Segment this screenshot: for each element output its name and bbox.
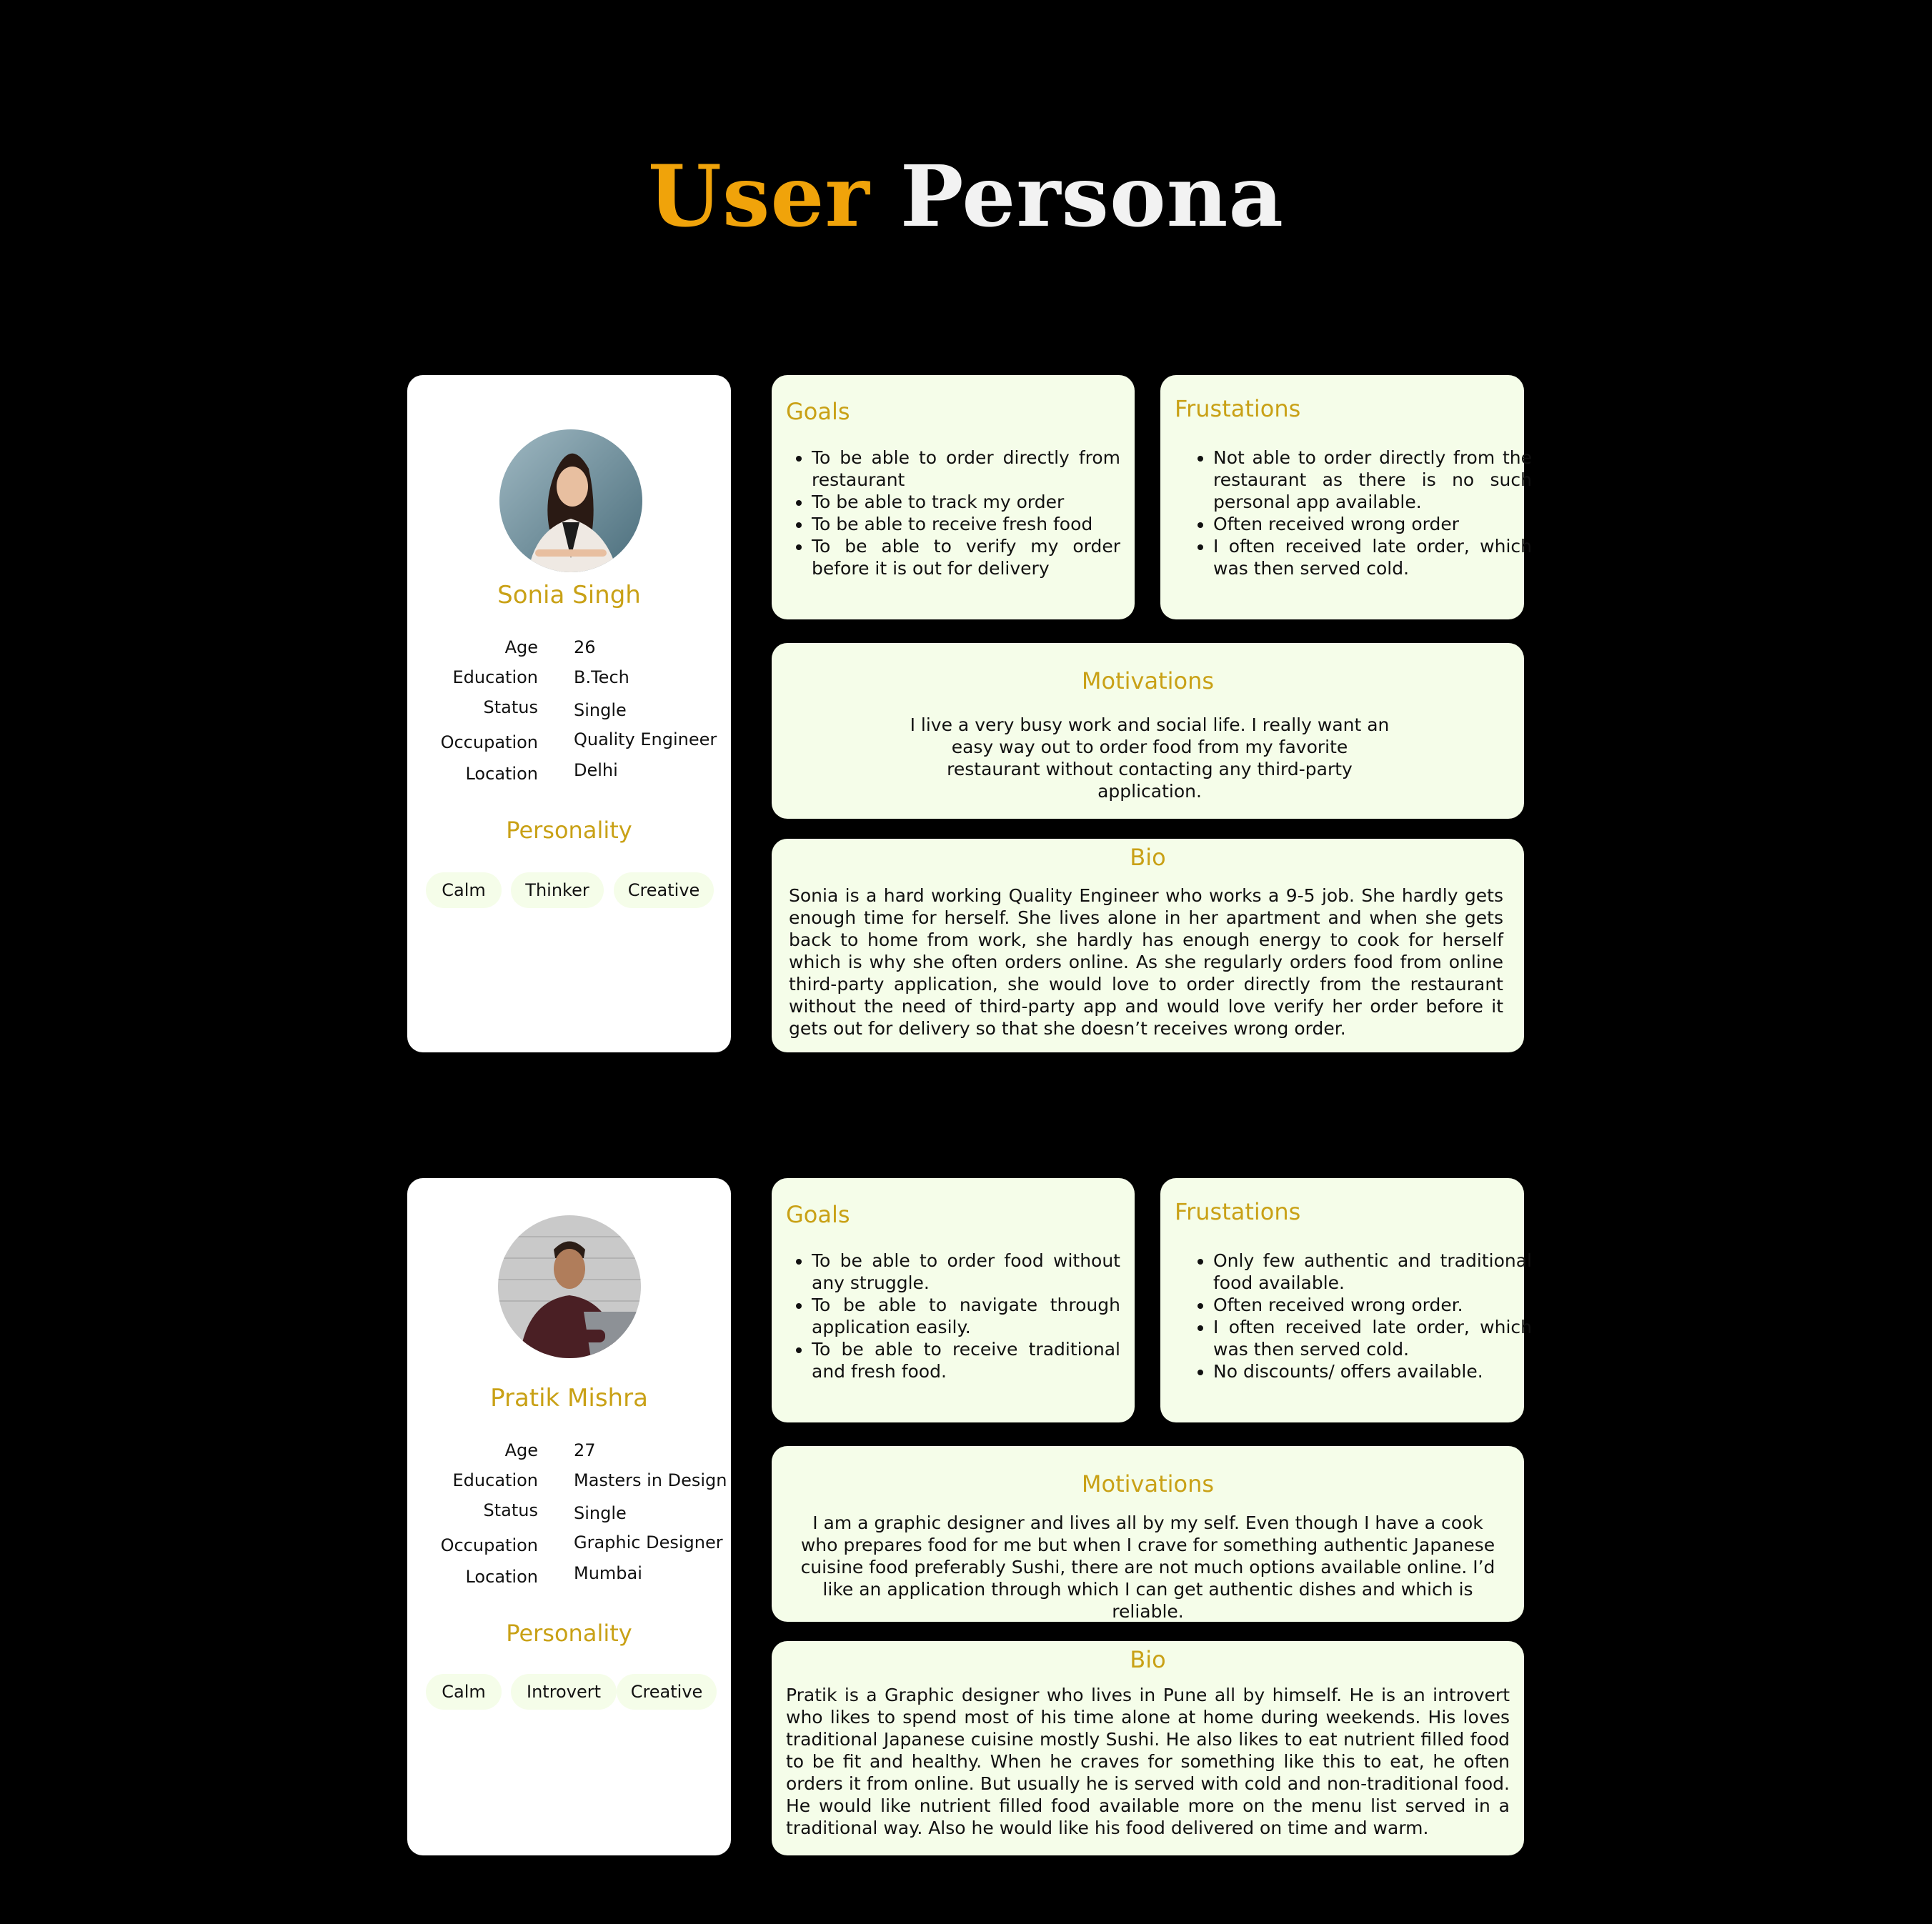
attr-label-age: Age <box>504 637 538 657</box>
goals-title: Goals <box>786 398 850 425</box>
attr-value-location: Delhi <box>574 760 618 780</box>
profile-card: Pratik Mishra Age 27 Education Masters i… <box>407 1178 731 1855</box>
goal-item: To be able to order directly from restau… <box>812 447 1120 491</box>
attr-label-occupation: Occupation <box>440 732 538 752</box>
attr-label-status: Status <box>483 697 538 717</box>
goals-list: To be able to order food without any str… <box>785 1250 1120 1382</box>
personality-chip: Creative <box>617 1674 717 1710</box>
goals-card: Goals To be able to order directly from … <box>772 375 1135 619</box>
frustration-item: Often received wrong order <box>1213 513 1532 535</box>
attr-label-location: Location <box>465 1567 538 1587</box>
bio-card: Bio Sonia is a hard working Quality Engi… <box>772 839 1524 1052</box>
goals-card: Goals To be able to order food without a… <box>772 1178 1135 1422</box>
frustration-item: Only few authentic and traditional food … <box>1213 1250 1532 1294</box>
goal-item: To be able to receive fresh food <box>812 513 1120 535</box>
persona-pratik: Pratik Mishra Age 27 Education Masters i… <box>0 1178 1932 1857</box>
page-title: User Persona <box>0 146 1932 246</box>
motivations-text: I am a graphic designer and lives all by… <box>800 1512 1495 1622</box>
personality-chip: Calm <box>426 1674 502 1710</box>
bio-title: Bio <box>1130 844 1166 871</box>
title-word-persona: Persona <box>900 146 1284 246</box>
motivations-title: Motivations <box>1081 1470 1215 1497</box>
bio-title: Bio <box>1130 1646 1166 1673</box>
personality-title: Personality <box>506 817 632 844</box>
frustrations-title: Frustations <box>1175 1198 1301 1225</box>
attr-label-status: Status <box>483 1500 538 1520</box>
attr-label-education: Education <box>452 1470 538 1490</box>
attr-value-location: Mumbai <box>574 1563 642 1583</box>
goal-item: To be able to verify my order before it … <box>812 535 1120 579</box>
personality-chip: Introvert <box>511 1674 617 1710</box>
personality-chip: Creative <box>614 872 714 908</box>
attr-value-status: Single <box>574 700 627 720</box>
goal-item: To be able to receive traditional and fr… <box>812 1338 1120 1382</box>
attr-value-age: 26 <box>574 637 596 657</box>
attr-label-occupation: Occupation <box>440 1535 538 1555</box>
goal-item: To be able to navigate through applicati… <box>812 1294 1120 1338</box>
frustrations-list: Only few authentic and traditional food … <box>1186 1250 1532 1382</box>
avatar <box>498 1215 641 1358</box>
persona-name: Sonia Singh <box>497 581 641 609</box>
goal-item: To be able to order food without any str… <box>812 1250 1120 1294</box>
profile-card: Sonia Singh Age 26 Education B.Tech Stat… <box>407 375 731 1052</box>
persona-name: Pratik Mishra <box>490 1384 648 1412</box>
goal-item: To be able to track my order <box>812 491 1120 513</box>
frustrations-card: Frustations Not able to order directly f… <box>1160 375 1532 619</box>
motivations-card: Motivations I am a graphic designer and … <box>772 1446 1524 1622</box>
frustration-item: No discounts/ offers available. <box>1213 1360 1532 1382</box>
attr-value-occupation: Graphic Designer <box>574 1532 723 1552</box>
attr-value-education: Masters in Design <box>574 1470 727 1490</box>
attr-value-occupation: Quality Engineer <box>574 729 717 749</box>
bio-card: Bio Pratik is a Graphic designer who liv… <box>772 1641 1524 1855</box>
frustration-item: I often received late order, which was t… <box>1213 1316 1532 1360</box>
personality-chip: Calm <box>426 872 502 908</box>
frustrations-card: Frustations Only few authentic and tradi… <box>1160 1178 1532 1422</box>
motivations-card: Motivations I live a very busy work and … <box>772 643 1524 819</box>
frustration-item: Not able to order directly from the rest… <box>1213 447 1532 513</box>
bio-text: Pratik is a Graphic designer who lives i… <box>786 1685 1510 1838</box>
goals-title: Goals <box>786 1201 850 1228</box>
attr-value-age: 27 <box>574 1440 596 1460</box>
attr-value-education: B.Tech <box>574 667 629 687</box>
title-word-user: User <box>648 146 870 246</box>
frustration-item: I often received late order, which was t… <box>1213 535 1532 579</box>
frustrations-title: Frustations <box>1175 395 1301 422</box>
frustrations-list: Not able to order directly from the rest… <box>1186 447 1532 579</box>
frustration-item: Often received wrong order. <box>1213 1294 1532 1316</box>
attr-value-status: Single <box>574 1503 627 1523</box>
bio-text: Sonia is a hard working Quality Engineer… <box>789 885 1503 1039</box>
motivations-title: Motivations <box>1081 667 1215 694</box>
personality-chip: Thinker <box>511 872 604 908</box>
attr-label-location: Location <box>465 764 538 784</box>
goals-list: To be able to order directly from restau… <box>785 447 1120 579</box>
motivations-text: I live a very busy work and social life.… <box>910 714 1390 802</box>
persona-sonia: Sonia Singh Age 26 Education B.Tech Stat… <box>0 375 1932 1054</box>
attr-label-education: Education <box>452 667 538 687</box>
attr-label-age: Age <box>504 1440 538 1460</box>
personality-title: Personality <box>506 1620 632 1647</box>
avatar <box>499 429 642 572</box>
